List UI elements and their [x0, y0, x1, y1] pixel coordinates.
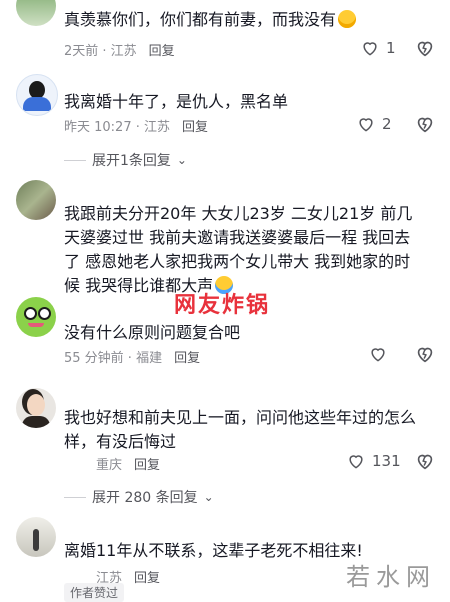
dislike-icon[interactable] — [414, 113, 436, 135]
like-count: 1 — [386, 39, 396, 57]
comment-text: 没有什么原则问题复合吧 — [64, 323, 241, 342]
expand-label: 展开 280 条回复 — [92, 490, 198, 506]
reply-button[interactable]: 回复 — [149, 40, 175, 59]
reply-button[interactable]: 回复 — [182, 116, 208, 135]
crying-laughing-emoji — [338, 10, 357, 28]
comment-text-line-2: 天婆婆过世 我前夫邀请我送婆婆最后一程 我回去 — [64, 228, 411, 247]
comment-text: 我离婚十年了，是仇人，黑名单 — [64, 92, 289, 111]
comment-time: 55 分钟前 · 福建 — [64, 351, 163, 366]
expand-replies-button[interactable]: 展开 280 条回复 ⌄ — [64, 487, 214, 507]
heart-icon[interactable] — [368, 344, 388, 364]
avatar[interactable] — [16, 297, 56, 337]
comment-text: 真羡慕你们，你们都有前妻，而我没有 — [64, 10, 337, 29]
comment-text-line-1: 我也好想和前夫见上一面，问问他这些年过的怎么 — [64, 408, 417, 427]
like-button[interactable]: 131 — [346, 451, 401, 471]
comment-time: 2天前 · 江苏 — [64, 44, 137, 59]
like-count: 131 — [372, 452, 401, 470]
comment-location: 重庆 — [96, 458, 123, 473]
avatar[interactable] — [16, 388, 56, 428]
avatar[interactable] — [16, 0, 56, 26]
avatar[interactable] — [16, 74, 58, 116]
comment-text-line-1: 我跟前夫分开20年 大女儿23岁 二女儿21岁 前几 — [64, 204, 413, 223]
heart-icon — [359, 118, 373, 132]
expand-replies-button[interactable]: 展开1条回复 ⌄ — [64, 150, 187, 170]
reply-button[interactable]: 回复 — [134, 454, 160, 473]
like-button[interactable]: 1 — [360, 38, 396, 58]
author-liked-badge: 作者赞过 — [64, 583, 125, 602]
expand-label: 展开1条回复 — [92, 153, 171, 169]
watermark: 若水网 — [346, 563, 436, 591]
comment-time: 昨天 10:27 · 江苏 — [64, 120, 170, 135]
reply-button[interactable]: 回复 — [174, 347, 200, 366]
comment-text-line-3: 了 感恩她老人家把我两个女儿带大 我到她家的时 — [64, 252, 411, 271]
divider-line — [64, 159, 86, 161]
reply-button[interactable]: 回复 — [134, 567, 160, 586]
overlay-caption: 网友炸锅 — [174, 293, 271, 318]
avatar[interactable] — [16, 180, 56, 220]
dislike-icon[interactable] — [414, 450, 436, 472]
chevron-down-icon: ⌄ — [176, 153, 187, 167]
heart-icon — [363, 42, 377, 56]
dislike-icon[interactable] — [414, 37, 436, 59]
avatar[interactable] — [16, 517, 56, 557]
like-count: 2 — [382, 115, 392, 133]
heart-icon — [349, 455, 363, 469]
like-button[interactable]: 2 — [356, 114, 392, 134]
chevron-down-icon: ⌄ — [203, 490, 214, 504]
dislike-icon[interactable] — [414, 343, 436, 365]
divider-line — [64, 496, 86, 498]
